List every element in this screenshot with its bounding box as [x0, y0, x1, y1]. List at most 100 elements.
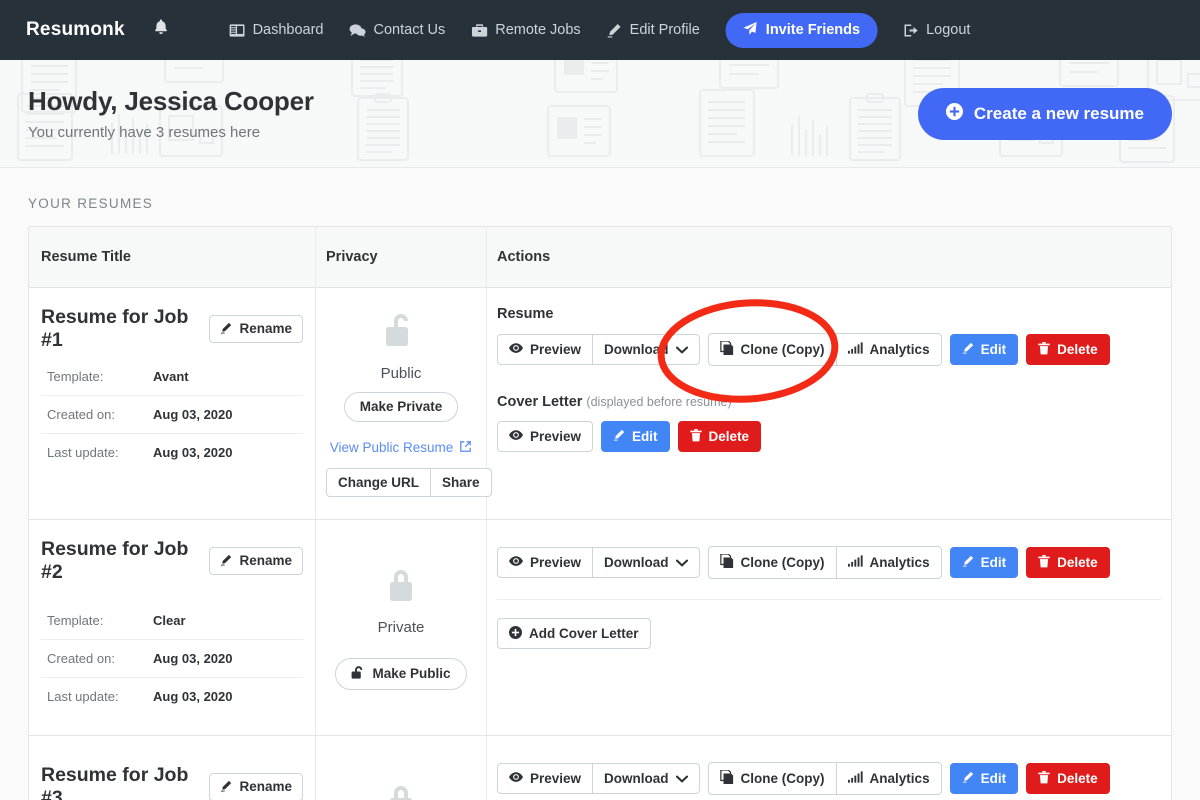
- chevron-down-icon: [675, 343, 688, 357]
- section-heading: YOUR RESUMES: [28, 196, 154, 211]
- resume-meta-table: Template: Clear Created on: Aug 03, 2020…: [41, 602, 303, 715]
- clone-copy-label: Clone (Copy): [740, 341, 825, 357]
- table-row: Resume for Job #3 Rename Template: Regal: [29, 736, 1171, 800]
- resume-title: Resume for Job #3: [41, 764, 189, 800]
- cover-letter-note: (displayed before resume): [586, 394, 732, 409]
- invite-friends-button[interactable]: Invite Friends: [725, 12, 878, 48]
- clone-copy-button[interactable]: Clone (Copy): [707, 762, 837, 795]
- create-new-resume-button[interactable]: Create a new resume: [917, 87, 1172, 140]
- meta-label-template: Template:: [47, 369, 104, 384]
- meta-label-template: Template:: [47, 613, 104, 628]
- meta-row-template: Template: Clear: [41, 602, 303, 640]
- invite-friends-label: Invite Friends: [765, 22, 861, 38]
- actions-cell: Resume Preview Download Clone (Copy) Ana…: [487, 288, 1171, 519]
- cover-letter-delete-button[interactable]: Delete: [677, 420, 762, 452]
- unlock-icon: [351, 666, 365, 682]
- analytics-label: Analytics: [869, 341, 930, 357]
- privacy-state-label: Public: [380, 365, 422, 382]
- cover-letter-preview-button[interactable]: Preview: [497, 421, 594, 452]
- share-button[interactable]: Share: [430, 467, 492, 497]
- plus-circle-icon: [509, 625, 522, 642]
- meta-label-created-on: Created on:: [47, 651, 115, 666]
- bar-chart-icon: [847, 342, 863, 357]
- meta-value-created-on: Aug 03, 2020: [153, 651, 233, 666]
- rename-button[interactable]: Rename: [209, 772, 303, 800]
- analytics-button[interactable]: Analytics: [835, 762, 942, 795]
- cover-letter-label: Cover Letter: [497, 393, 583, 410]
- analytics-button[interactable]: Analytics: [835, 333, 942, 366]
- meta-label-created-on: Created on:: [47, 407, 115, 422]
- edit-resume-button[interactable]: Edit: [949, 763, 1019, 794]
- table-row: Resume for Job #1 Rename Template: Avant: [29, 288, 1171, 520]
- make-private-button[interactable]: Make Private: [343, 392, 459, 422]
- rename-label: Rename: [239, 321, 292, 337]
- logout-icon: [903, 23, 918, 38]
- clone-copy-label: Clone (Copy): [740, 554, 825, 570]
- resume-title-cell: Resume for Job #3 Rename Template: Regal: [29, 736, 316, 800]
- change-url-button[interactable]: Change URL: [326, 467, 431, 497]
- edit-label: Edit: [980, 341, 1007, 357]
- view-public-resume-link[interactable]: View Public Resume: [330, 440, 473, 456]
- notifications-button[interactable]: [153, 19, 169, 41]
- table-row: Resume for Job #2 Rename Template: Clear: [29, 520, 1171, 736]
- share-label: Share: [442, 474, 480, 490]
- rename-button[interactable]: Rename: [209, 314, 303, 344]
- meta-value-template: Clear: [153, 613, 186, 628]
- nav-link-label: Dashboard: [252, 22, 324, 38]
- main-nav: Dashboard Contact Us Remote Jobs Edit Pr…: [229, 12, 970, 48]
- bar-chart-icon: [847, 555, 863, 570]
- delete-resume-button[interactable]: Delete: [1026, 333, 1110, 365]
- eye-icon: [509, 555, 523, 570]
- add-cover-letter-button[interactable]: Add Cover Letter: [497, 617, 651, 649]
- nav-link-remote-jobs[interactable]: Remote Jobs: [471, 22, 581, 38]
- cover-letter-edit-button[interactable]: Edit: [601, 421, 670, 452]
- edit-resume-button[interactable]: Edit: [949, 547, 1019, 578]
- download-dropdown-button[interactable]: Download: [592, 547, 700, 578]
- copy-icon: [719, 553, 734, 571]
- meta-value-template: Avant: [153, 369, 189, 384]
- meta-row-updated: Last update: Aug 03, 2020: [41, 434, 303, 472]
- delete-label: Delete: [1057, 554, 1098, 570]
- actions-divider: [497, 598, 1161, 600]
- preview-button[interactable]: Preview: [497, 763, 594, 794]
- resumes-table: Resume Title Privacy Actions Resume for …: [28, 226, 1172, 800]
- eye-icon: [509, 429, 523, 444]
- pencil-icon: [962, 342, 974, 357]
- edit-label: Edit: [980, 554, 1007, 570]
- clone-copy-button[interactable]: Clone (Copy): [707, 333, 837, 366]
- column-header-resume-title: Resume Title: [29, 227, 316, 287]
- pencil-icon: [220, 554, 232, 569]
- create-new-resume-label: Create a new resume: [973, 103, 1144, 123]
- page-title: Howdy, Jessica Cooper: [28, 86, 314, 116]
- clone-copy-button[interactable]: Clone (Copy): [707, 546, 837, 579]
- chevron-down-icon: [675, 556, 688, 570]
- preview-button[interactable]: Preview: [497, 547, 594, 578]
- column-header-privacy: Privacy: [316, 227, 487, 287]
- make-public-button[interactable]: Make Public: [335, 658, 467, 690]
- brand-logo[interactable]: Resumonk: [26, 19, 125, 41]
- rename-button[interactable]: Rename: [209, 546, 303, 576]
- chevron-down-icon: [675, 772, 688, 786]
- analytics-button[interactable]: Analytics: [835, 546, 942, 579]
- nav-link-logout[interactable]: Logout: [903, 22, 970, 38]
- resume-action-buttons: Preview Download Clone (Copy) Analytics …: [497, 333, 1161, 366]
- download-dropdown-button[interactable]: Download: [592, 334, 700, 365]
- change-url-label: Change URL: [338, 474, 419, 490]
- bar-chart-icon: [847, 771, 863, 786]
- nav-link-label: Remote Jobs: [495, 22, 581, 38]
- delete-label: Delete: [1057, 341, 1098, 357]
- nav-link-dashboard[interactable]: Dashboard: [229, 22, 324, 38]
- nav-link-contact-us[interactable]: Contact Us: [349, 22, 445, 38]
- delete-resume-button[interactable]: Delete: [1026, 762, 1110, 794]
- nav-link-label: Logout: [926, 22, 971, 38]
- trash-icon: [1038, 554, 1050, 571]
- table-header-row: Resume Title Privacy Actions: [29, 227, 1171, 288]
- preview-button[interactable]: Preview: [497, 334, 594, 365]
- nav-link-edit-profile[interactable]: Edit Profile: [607, 22, 700, 38]
- copy-icon: [719, 769, 734, 787]
- cover-letter-action-buttons: Preview Edit Delete: [497, 420, 1161, 452]
- download-dropdown-button[interactable]: Download: [592, 763, 700, 794]
- meta-label-last-update: Last update:: [47, 689, 119, 704]
- edit-resume-button[interactable]: Edit: [949, 334, 1019, 365]
- delete-resume-button[interactable]: Delete: [1026, 546, 1110, 578]
